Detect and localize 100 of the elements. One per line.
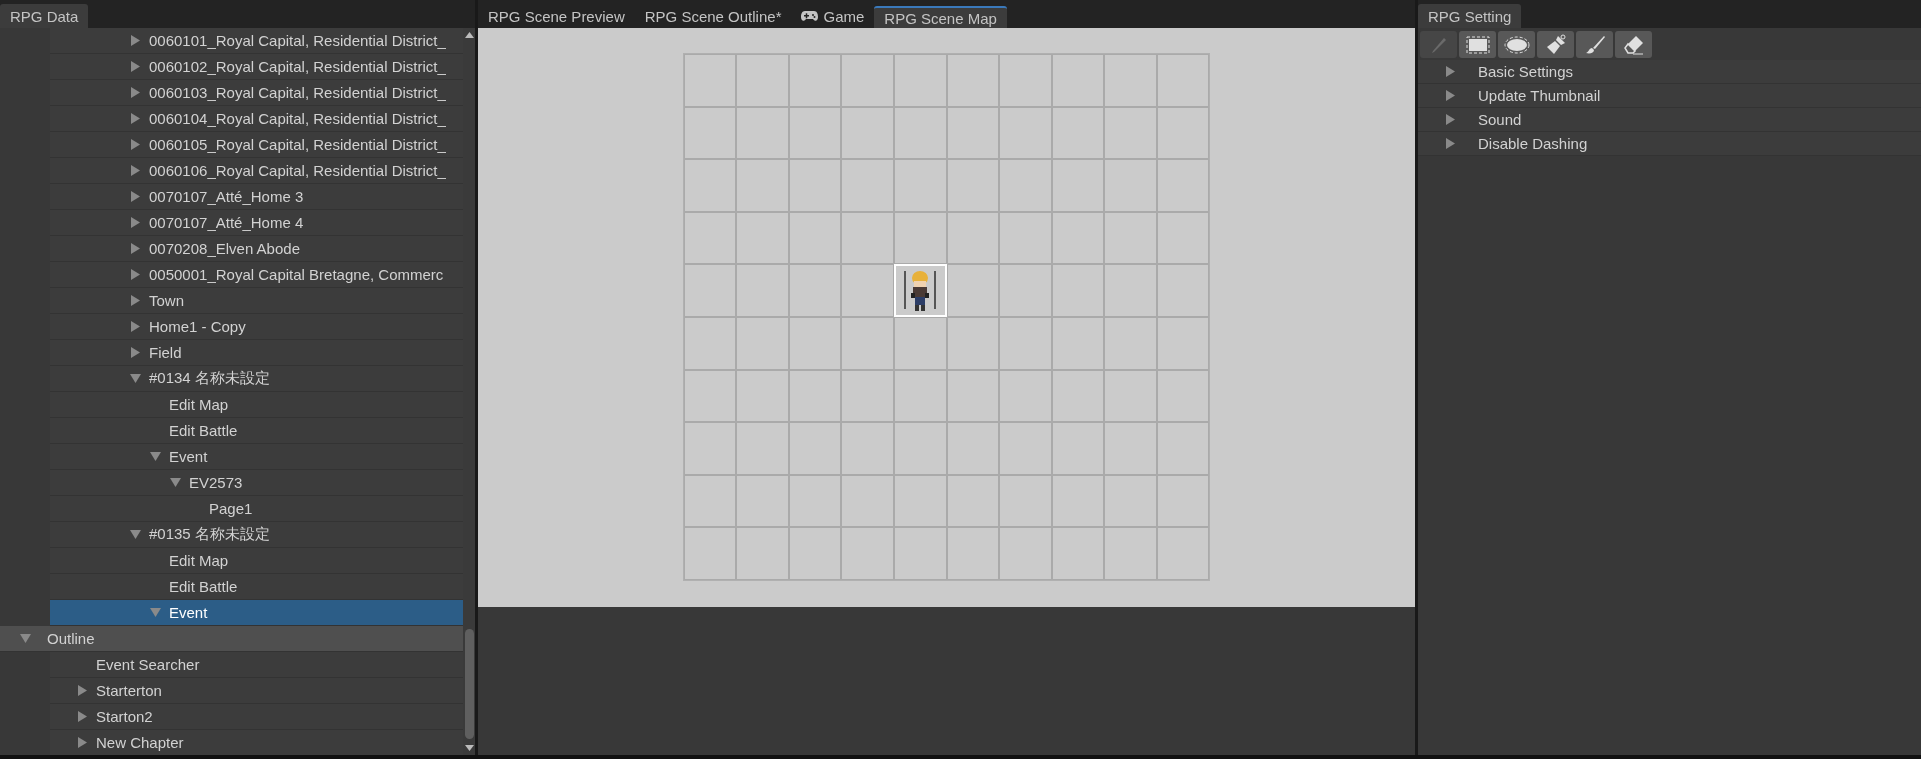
scroll-up-icon[interactable] bbox=[464, 32, 474, 38]
panel-tab[interactable]: RPG Setting bbox=[1418, 4, 1522, 28]
tree-item[interactable]: 0060101_Royal Capital, Residential District_ bbox=[50, 28, 463, 54]
collapsed-arrow-icon[interactable] bbox=[130, 139, 140, 150]
tree-item[interactable]: Home1 - Copy bbox=[50, 314, 463, 340]
map-tile[interactable] bbox=[893, 159, 947, 212]
map-tile[interactable] bbox=[683, 316, 737, 370]
tool-button[interactable] bbox=[1459, 31, 1496, 58]
map-tile[interactable] bbox=[683, 159, 737, 212]
map-tile[interactable] bbox=[736, 159, 789, 212]
tree-item[interactable]: #0135 名称未設定 bbox=[50, 522, 463, 548]
map-tile[interactable] bbox=[736, 264, 789, 317]
foldout-section[interactable]: Sound bbox=[1418, 108, 1921, 132]
map-tile[interactable] bbox=[788, 316, 842, 370]
map-tile[interactable] bbox=[1051, 159, 1105, 212]
map-tile[interactable] bbox=[1156, 369, 1210, 423]
map-tile[interactable] bbox=[788, 422, 842, 475]
collapsed-arrow-icon[interactable] bbox=[130, 321, 140, 332]
map-tile[interactable] bbox=[999, 211, 1052, 265]
map-tile[interactable] bbox=[999, 264, 1052, 317]
map-tile[interactable] bbox=[1156, 316, 1210, 370]
map-tile[interactable] bbox=[893, 54, 947, 107]
map-tile[interactable] bbox=[841, 527, 894, 580]
collapsed-arrow-icon[interactable] bbox=[130, 61, 140, 72]
tree-item[interactable]: 0070208_Elven Abode bbox=[50, 236, 463, 262]
map-tile[interactable] bbox=[1156, 211, 1210, 265]
panel-tab[interactable]: RPG Scene Outline* bbox=[634, 4, 792, 28]
map-tile[interactable] bbox=[1104, 264, 1157, 317]
map-tile[interactable] bbox=[788, 159, 842, 212]
map-tile[interactable] bbox=[788, 369, 842, 423]
map-tile[interactable] bbox=[788, 54, 842, 107]
collapsed-arrow-icon[interactable] bbox=[130, 295, 140, 306]
foldout-section[interactable]: Basic Settings bbox=[1418, 60, 1921, 84]
map-tile[interactable] bbox=[1051, 369, 1105, 423]
map-tile[interactable] bbox=[736, 527, 789, 580]
tree-item[interactable]: Field bbox=[50, 340, 463, 366]
map-tile[interactable] bbox=[1156, 474, 1210, 528]
expanded-arrow-icon[interactable] bbox=[169, 478, 181, 487]
tree-item[interactable]: 0060104_Royal Capital, Residential District_ bbox=[50, 106, 463, 132]
map-tile[interactable] bbox=[788, 527, 842, 580]
map-tile[interactable] bbox=[841, 316, 894, 370]
collapsed-arrow-icon[interactable] bbox=[130, 191, 140, 202]
map-tile[interactable] bbox=[946, 106, 1000, 160]
map-tile[interactable] bbox=[946, 159, 1000, 212]
map-tile[interactable] bbox=[841, 264, 894, 317]
map-tile[interactable] bbox=[946, 316, 1000, 370]
map-tile[interactable] bbox=[946, 527, 1000, 580]
collapsed-arrow-icon[interactable] bbox=[130, 243, 140, 254]
collapsed-arrow-icon[interactable] bbox=[77, 685, 87, 696]
map-tile[interactable] bbox=[1104, 474, 1157, 528]
tree-item[interactable]: 0060103_Royal Capital, Residential District_ bbox=[50, 80, 463, 106]
tree-item[interactable]: Starton2 bbox=[50, 704, 463, 730]
map-tile[interactable] bbox=[999, 369, 1052, 423]
collapsed-arrow-icon[interactable] bbox=[1445, 114, 1455, 125]
map-tile[interactable] bbox=[683, 474, 737, 528]
scroll-down-icon[interactable] bbox=[464, 745, 474, 751]
collapsed-arrow-icon[interactable] bbox=[1445, 66, 1455, 77]
tree-item[interactable]: Town bbox=[50, 288, 463, 314]
map-tile[interactable] bbox=[1104, 106, 1157, 160]
map-tile[interactable] bbox=[999, 474, 1052, 528]
tree-item[interactable]: Event bbox=[50, 600, 463, 626]
map-tile[interactable] bbox=[999, 422, 1052, 475]
map-tile[interactable] bbox=[1104, 159, 1157, 212]
map-tile[interactable] bbox=[893, 422, 947, 475]
tool-button[interactable] bbox=[1498, 31, 1535, 58]
tree-item[interactable]: Page1 bbox=[50, 496, 463, 522]
tree-item[interactable]: 0070107_Atté_Home 4 bbox=[50, 210, 463, 236]
map-tile[interactable] bbox=[841, 474, 894, 528]
map-tile[interactable] bbox=[1104, 54, 1157, 107]
map-tile[interactable] bbox=[893, 211, 947, 265]
map-tile[interactable] bbox=[683, 527, 737, 580]
map-tile[interactable] bbox=[1156, 527, 1210, 580]
collapsed-arrow-icon[interactable] bbox=[130, 347, 140, 358]
map-tile[interactable] bbox=[788, 106, 842, 160]
tool-button[interactable] bbox=[1537, 31, 1574, 58]
tool-button[interactable] bbox=[1576, 31, 1613, 58]
map-tile[interactable] bbox=[1051, 474, 1105, 528]
map-tile[interactable] bbox=[1104, 422, 1157, 475]
map-tile[interactable] bbox=[1051, 527, 1105, 580]
collapsed-arrow-icon[interactable] bbox=[130, 269, 140, 280]
map-tile[interactable] bbox=[946, 369, 1000, 423]
collapsed-arrow-icon[interactable] bbox=[130, 113, 140, 124]
tree-item[interactable]: 0050001_Royal Capital Bretagne, Commerc bbox=[50, 262, 463, 288]
scroll-thumb[interactable] bbox=[464, 629, 474, 739]
map-tile[interactable] bbox=[946, 474, 1000, 528]
map-tile[interactable] bbox=[683, 422, 737, 475]
expanded-arrow-icon[interactable] bbox=[149, 452, 161, 461]
foldout-section[interactable]: Update Thumbnail bbox=[1418, 84, 1921, 108]
panel-tab[interactable]: RPG Scene Preview bbox=[478, 4, 635, 28]
tree-item[interactable]: #0134 名称未設定 bbox=[50, 366, 463, 392]
map-tile[interactable] bbox=[1156, 54, 1210, 107]
expanded-arrow-icon[interactable] bbox=[19, 634, 31, 643]
map-tile[interactable] bbox=[1051, 316, 1105, 370]
map-tile[interactable] bbox=[1104, 211, 1157, 265]
map-tile[interactable] bbox=[683, 54, 737, 107]
map-tile[interactable] bbox=[683, 211, 737, 265]
map-tile[interactable] bbox=[893, 527, 947, 580]
tree-item[interactable]: EV2573 bbox=[50, 470, 463, 496]
foldout-section[interactable]: Disable Dashing bbox=[1418, 132, 1921, 156]
outline-header[interactable]: Outline bbox=[0, 626, 463, 652]
